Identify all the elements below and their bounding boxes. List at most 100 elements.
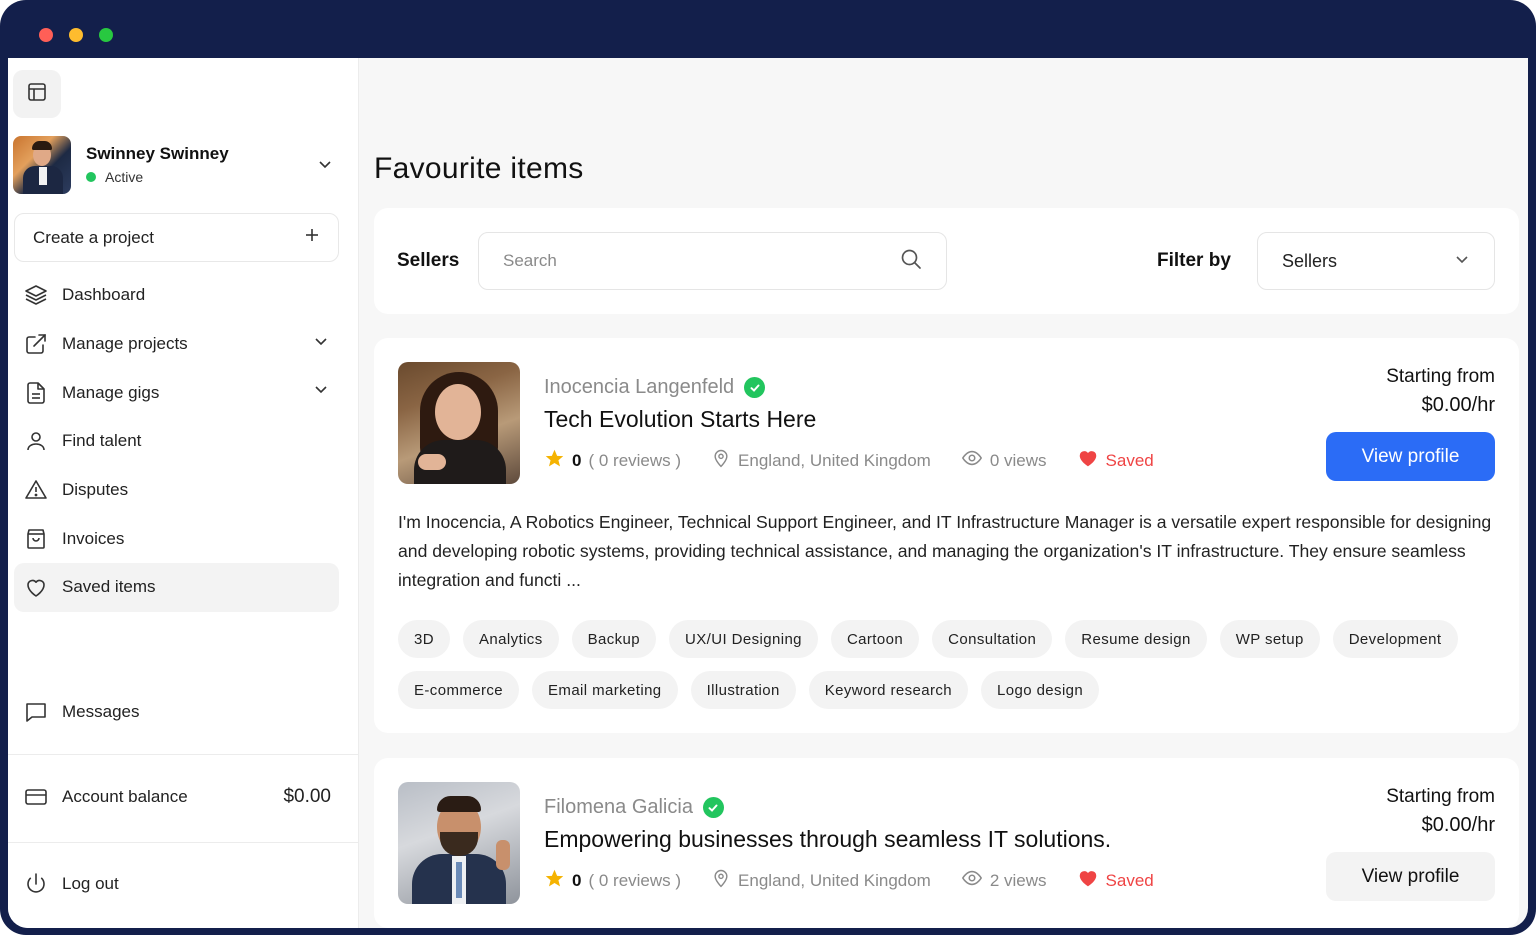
- views-text: 2 views: [989, 870, 1047, 890]
- create-project-button[interactable]: Create a project: [14, 213, 339, 262]
- search-icon[interactable]: [900, 248, 922, 275]
- seller-card: Inocencia Langenfeld Tech Evolution Star…: [374, 338, 1519, 733]
- status-dot-icon: [86, 172, 96, 182]
- skill-tag[interactable]: Resume design: [1065, 620, 1207, 658]
- seller-tagline: Empowering businesses through seamless I…: [544, 826, 1112, 852]
- saved-toggle[interactable]: Saved: [1077, 447, 1154, 474]
- filter-select[interactable]: Sellers: [1257, 232, 1495, 290]
- shopping-bag-icon: [24, 527, 48, 551]
- sidebar-item-manage-gigs[interactable]: Manage gigs: [14, 368, 339, 417]
- sidebar-item-dashboard[interactable]: Dashboard: [14, 271, 339, 320]
- user-status-label: Active: [105, 169, 144, 185]
- seller-views: 0 views: [961, 447, 1047, 474]
- plus-icon: [304, 227, 320, 248]
- saved-label: Saved: [1105, 450, 1154, 470]
- sidebar: Swinney Swinney Active Create a project: [8, 58, 359, 928]
- skill-tag[interactable]: UX/UI Designing: [669, 620, 818, 658]
- minimize-window-button[interactable]: [69, 28, 83, 42]
- account-balance-label: Account balance: [62, 787, 188, 806]
- sidebar-item-find-talent[interactable]: Find talent: [14, 417, 339, 466]
- eye-icon: [961, 867, 983, 894]
- user-icon: [24, 429, 48, 453]
- alert-triangle-icon: [24, 478, 48, 502]
- sidebar-item-disputes[interactable]: Disputes: [14, 466, 339, 515]
- reviews-count: ( 0 reviews ): [588, 870, 682, 890]
- seller-photo[interactable]: [398, 782, 520, 904]
- sidebar-toggle-button[interactable]: [13, 70, 61, 118]
- sidebar-item-messages[interactable]: Messages: [14, 688, 339, 736]
- skill-tag[interactable]: Email marketing: [532, 671, 678, 709]
- skill-tag[interactable]: Backup: [571, 620, 657, 658]
- filter-by-label: Filter by: [1157, 250, 1231, 271]
- filter-bar: Sellers Filter by Sellers: [374, 208, 1519, 314]
- chevron-down-icon: [317, 156, 333, 177]
- rating-value: 0: [572, 450, 582, 470]
- map-pin-icon: [711, 868, 731, 893]
- credit-card-icon: [24, 785, 48, 809]
- skill-tags: 3D Analytics Backup UX/UI Designing Cart…: [398, 620, 1508, 709]
- seller-tagline: Tech Evolution Starts Here: [544, 406, 817, 432]
- seller-name[interactable]: Filomena Galicia: [544, 796, 724, 819]
- location-text: England, United Kingdom: [738, 450, 931, 470]
- maximize-window-button[interactable]: [99, 28, 113, 42]
- skill-tag[interactable]: Logo design: [981, 671, 1100, 709]
- verified-badge-icon: [702, 797, 724, 818]
- seller-card: Filomena Galicia Empowering businesses t…: [374, 758, 1519, 928]
- skill-tag[interactable]: Illustration: [690, 671, 796, 709]
- skill-tag[interactable]: 3D: [398, 620, 450, 658]
- main-content: Favourite items Sellers Filter by Seller…: [359, 58, 1528, 928]
- divider: [8, 842, 359, 843]
- user-status: Active: [86, 169, 143, 185]
- seller-name[interactable]: Inocencia Langenfeld: [544, 376, 766, 399]
- reviews-count: ( 0 reviews ): [588, 450, 682, 470]
- user-profile-menu[interactable]: Swinney Swinney Active: [13, 136, 343, 196]
- app-frame: Swinney Swinney Active Create a project: [0, 0, 1536, 935]
- chevron-down-icon: [313, 381, 329, 402]
- sellers-label: Sellers: [397, 250, 460, 271]
- external-link-icon: [24, 332, 48, 356]
- search-field: [478, 232, 947, 290]
- view-profile-button[interactable]: View profile: [1326, 432, 1495, 481]
- seller-description: I'm Inocencia, A Robotics Engineer, Tech…: [398, 512, 1492, 590]
- skill-tag[interactable]: Consultation: [932, 620, 1053, 658]
- heart-filled-icon: [1077, 867, 1099, 894]
- account-balance-amount: $0.00: [283, 786, 331, 807]
- search-input[interactable]: [503, 251, 883, 271]
- skill-tag[interactable]: Cartoon: [830, 620, 920, 658]
- seller-name-text: Filomena Galicia: [544, 796, 693, 818]
- seller-photo[interactable]: [398, 362, 520, 484]
- close-window-button[interactable]: [39, 28, 53, 42]
- map-pin-icon: [711, 448, 731, 473]
- seller-rating: 0 ( 0 reviews ): [544, 448, 681, 474]
- chevron-down-icon: [1454, 251, 1470, 272]
- view-profile-button[interactable]: View profile: [1326, 852, 1495, 901]
- sidebar-item-label: Manage projects: [62, 334, 188, 354]
- star-icon: [544, 448, 565, 474]
- price-label: Starting from: [1386, 786, 1495, 807]
- app-window: Swinney Swinney Active Create a project: [8, 58, 1528, 928]
- sidebar-item-label: Manage gigs: [62, 382, 160, 402]
- document-icon: [24, 381, 48, 405]
- star-icon: [544, 868, 565, 894]
- account-balance[interactable]: Account balance $0.00: [14, 773, 339, 821]
- skill-tag[interactable]: E-commerce: [398, 671, 520, 709]
- saved-label: Saved: [1105, 870, 1154, 890]
- saved-toggle[interactable]: Saved: [1077, 867, 1154, 894]
- seller-rating: 0 ( 0 reviews ): [544, 868, 681, 894]
- sidebar-item-label: Dashboard: [62, 285, 146, 305]
- skill-tag[interactable]: WP setup: [1219, 620, 1320, 658]
- skill-tag[interactable]: Development: [1332, 620, 1458, 658]
- eye-icon: [961, 447, 983, 474]
- sidebar-item-label: Saved items: [62, 577, 156, 597]
- sidebar-item-invoices[interactable]: Invoices: [14, 514, 339, 563]
- message-square-icon: [24, 700, 48, 724]
- divider: [8, 754, 359, 755]
- skill-tag[interactable]: Analytics: [462, 620, 559, 658]
- user-name: Swinney Swinney: [86, 144, 229, 163]
- verified-badge-icon: [744, 377, 766, 398]
- logout-button[interactable]: Log out: [14, 860, 339, 908]
- skill-tag[interactable]: Keyword research: [808, 671, 969, 709]
- sidebar-item-manage-projects[interactable]: Manage projects: [14, 320, 339, 369]
- sidebar-item-saved-items[interactable]: Saved items: [14, 563, 339, 612]
- seller-location: England, United Kingdom: [711, 448, 931, 473]
